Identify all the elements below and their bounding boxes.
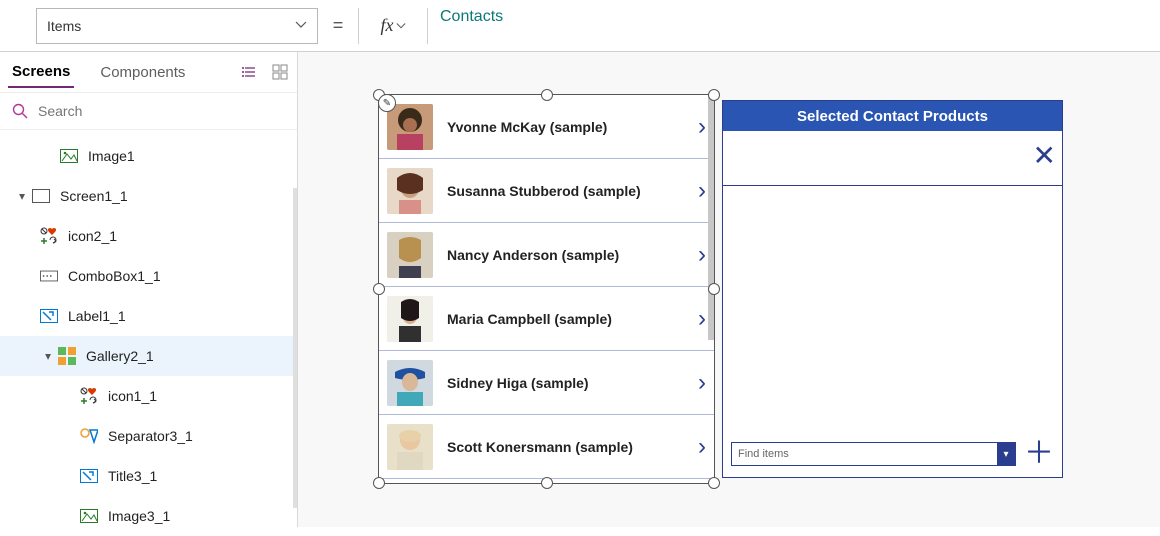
find-items-combobox[interactable]: Find items ▾ <box>731 442 1016 466</box>
tree-label: Separator3_1 <box>108 428 193 444</box>
add-icon[interactable]: ＋ <box>1024 439 1054 469</box>
tree-panel: Screens Components Image1 ▲ <box>0 52 298 527</box>
tree-node-icon2[interactable]: icon2_1 <box>0 216 297 256</box>
resize-handle[interactable] <box>708 283 720 295</box>
tree-label: Gallery2_1 <box>86 348 154 364</box>
tree-label: Image3_1 <box>108 508 170 524</box>
avatar <box>387 424 433 470</box>
caret-down-icon[interactable]: ▲ <box>16 191 28 202</box>
gallery-item[interactable]: Nancy Anderson (sample) › <box>379 223 714 287</box>
gallery-item[interactable]: Sidney Higa (sample) › <box>379 351 714 415</box>
tree-view: Image1 ▲ Screen1_1 icon2_1 ComboBox1_1 <box>0 130 297 536</box>
avatar <box>387 232 433 278</box>
chevron-right-icon[interactable]: › <box>698 177 706 205</box>
card-title: Selected Contact Products <box>723 101 1062 131</box>
avatar <box>387 296 433 342</box>
equals-label: = <box>318 15 358 36</box>
avatar <box>387 360 433 406</box>
tree-label: Title3_1 <box>108 468 157 484</box>
find-row: Find items ▾ ＋ <box>731 439 1054 469</box>
fx-icon: fx <box>381 15 394 36</box>
tab-components[interactable]: Components <box>96 58 189 87</box>
property-selector[interactable]: Items <box>36 8 318 44</box>
chevron-right-icon[interactable]: › <box>698 305 706 333</box>
caret-down-icon[interactable]: ▲ <box>42 351 54 362</box>
selected-products-card: Selected Contact Products ✕ Find items ▾… <box>722 100 1063 478</box>
contact-name: Scott Konersmann (sample) <box>447 439 698 455</box>
tree-label: Image1 <box>88 148 135 164</box>
icons-group-icon <box>40 227 58 245</box>
search-input[interactable] <box>38 103 285 119</box>
chevron-down-icon <box>396 21 406 31</box>
formula-bar: Items = fx Contacts <box>0 0 1160 52</box>
resize-handle[interactable] <box>373 283 385 295</box>
gallery-scrollbar[interactable] <box>708 95 714 340</box>
separator-icon <box>80 427 98 445</box>
contact-name: Sidney Higa (sample) <box>447 375 698 391</box>
tree-node-screen1[interactable]: ▲ Screen1_1 <box>0 176 297 216</box>
tree-label: Screen1_1 <box>60 188 128 204</box>
tree-label: icon1_1 <box>108 388 157 404</box>
image-icon <box>60 147 78 165</box>
tree-node-label1[interactable]: Label1_1 <box>0 296 297 336</box>
contact-name: Maria Campbell (sample) <box>447 311 698 327</box>
label-icon <box>40 307 58 325</box>
chevron-down-icon: ▾ <box>997 443 1015 465</box>
resize-handle[interactable] <box>373 477 385 489</box>
tree-node-image1[interactable]: Image1 <box>0 136 297 176</box>
contact-name: Yvonne McKay (sample) <box>447 119 698 135</box>
tab-screens[interactable]: Screens <box>8 57 74 88</box>
chevron-right-icon[interactable]: › <box>698 241 706 269</box>
edit-template-icon[interactable]: ✎ <box>378 94 396 112</box>
tree-node-image3[interactable]: Image3_1 <box>0 496 297 536</box>
gallery-icon <box>58 347 76 365</box>
chevron-right-icon[interactable]: › <box>698 113 706 141</box>
grid-view-icon[interactable] <box>271 63 289 81</box>
chevron-down-icon <box>295 18 307 34</box>
panel-tabs: Screens Components <box>0 52 297 92</box>
search-icon <box>12 103 28 119</box>
tree-view-options-icon[interactable] <box>241 63 259 81</box>
tree-label: icon2_1 <box>68 228 117 244</box>
tree-node-title3[interactable]: Title3_1 <box>0 456 297 496</box>
canvas: ✎ Yvonne McKay (sample) › Susanna Stubbe… <box>298 52 1160 527</box>
resize-handle[interactable] <box>541 477 553 489</box>
fx-button[interactable]: fx <box>358 8 428 44</box>
tree-scrollbar[interactable] <box>293 188 297 508</box>
tree-node-combobox1[interactable]: ComboBox1_1 <box>0 256 297 296</box>
gallery-item[interactable]: Susanna Stubberod (sample) › <box>379 159 714 223</box>
gallery-item[interactable]: Maria Campbell (sample) › <box>379 287 714 351</box>
label-icon <box>80 467 98 485</box>
close-icon[interactable]: ✕ <box>1033 139 1056 172</box>
search-row[interactable] <box>0 92 297 130</box>
screen-icon <box>32 187 50 205</box>
find-placeholder: Find items <box>738 448 789 460</box>
gallery-control[interactable]: ✎ Yvonne McKay (sample) › Susanna Stubbe… <box>378 94 715 484</box>
chevron-right-icon[interactable]: › <box>698 369 706 397</box>
card-divider <box>723 185 1062 186</box>
resize-handle[interactable] <box>708 89 720 101</box>
icons-group-icon <box>80 387 98 405</box>
avatar <box>387 168 433 214</box>
tree-node-icon1[interactable]: icon1_1 <box>0 376 297 416</box>
contact-name: Nancy Anderson (sample) <box>447 247 698 263</box>
resize-handle[interactable] <box>541 89 553 101</box>
tree-label: ComboBox1_1 <box>68 268 161 284</box>
chevron-right-icon[interactable]: › <box>698 433 706 461</box>
contact-name: Susanna Stubberod (sample) <box>447 183 698 199</box>
image-icon <box>80 507 98 525</box>
tree-label: Label1_1 <box>68 308 126 324</box>
gallery-item[interactable]: Yvonne McKay (sample) › <box>379 95 714 159</box>
avatar <box>387 104 433 150</box>
resize-handle[interactable] <box>708 477 720 489</box>
tree-node-separator3[interactable]: Separator3_1 <box>0 416 297 456</box>
property-value: Items <box>47 18 81 34</box>
formula-input[interactable]: Contacts <box>428 8 1160 44</box>
tree-node-gallery2[interactable]: ▲ Gallery2_1 <box>0 336 297 376</box>
combobox-icon <box>40 267 58 285</box>
gallery-item[interactable]: Scott Konersmann (sample) › <box>379 415 714 479</box>
